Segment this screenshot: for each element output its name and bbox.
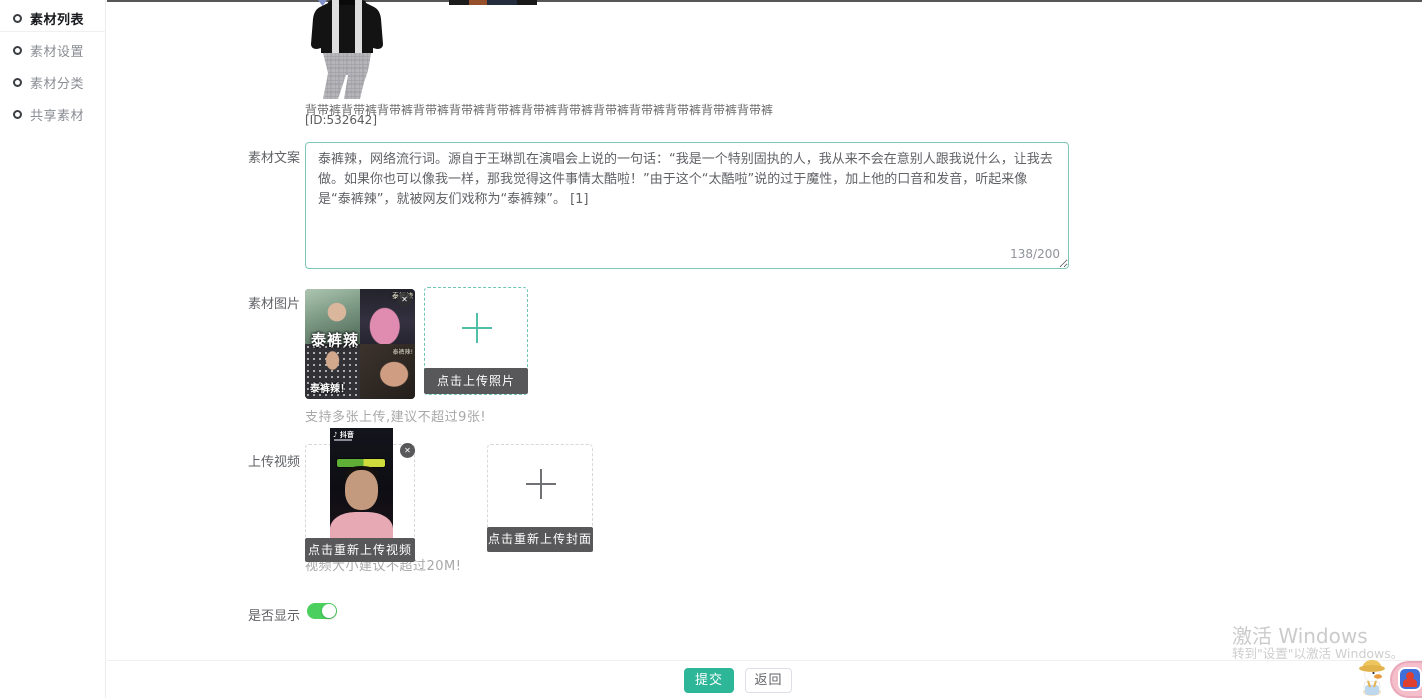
- video-person-shirt: [330, 512, 393, 540]
- circle-icon: [13, 110, 22, 119]
- material-name: 背带裤背带裤背带裤背带裤背带裤背带裤背带裤背带裤背带裤背带裤背带裤背带裤背带裤: [305, 101, 865, 118]
- field-label-copy: 素材文案: [100, 147, 300, 166]
- plus-icon: [526, 469, 556, 499]
- divider: [0, 31, 106, 32]
- images-helper-text: 支持多张上传,建议不超过9张!: [305, 406, 486, 425]
- sidebar-item-label: 素材分类: [30, 73, 84, 92]
- sidebar-item-material-settings[interactable]: 素材设置: [0, 37, 106, 63]
- ime-user-icon: [1398, 667, 1422, 691]
- field-label-visible: 是否显示: [100, 605, 300, 624]
- sidebar-item-label: 共享素材: [30, 105, 84, 124]
- reupload-video-button[interactable]: 点击重新上传视频: [305, 538, 415, 562]
- upload-photo-button[interactable]: 点击上传照片: [424, 368, 528, 394]
- footer-divider: [107, 660, 1422, 661]
- reupload-cover-button[interactable]: 点击重新上传封面: [487, 527, 593, 552]
- uploaded-video-thumbnail[interactable]: ♪ 抖音: [330, 428, 393, 540]
- sidebar: 素材列表 素材设置 素材分类 共享素材: [0, 0, 106, 698]
- sidebar-item-label: 素材设置: [30, 41, 84, 60]
- uploaded-photo-thumbnail[interactable]: 泰裤辣 泰裤辣！ 泰裤辣! 泰裤辣: [305, 289, 415, 399]
- tiktok-watermark-handle: [334, 439, 352, 441]
- video-person-face: [345, 470, 378, 510]
- desktop-pet-duck: [1352, 658, 1398, 698]
- back-button[interactable]: 返回: [745, 668, 792, 693]
- material-edit-page: 素材列表 素材设置 素材分类 共享素材: [0, 0, 1422, 698]
- collage-caption-main: 泰裤辣: [311, 329, 359, 350]
- cutoff-image-fragment: [449, 0, 537, 5]
- circle-icon: [13, 46, 22, 55]
- sidebar-item-shared-material[interactable]: 共享素材: [0, 101, 106, 127]
- material-id: [ID:532642]: [305, 113, 377, 127]
- submit-button[interactable]: 提交: [684, 668, 734, 693]
- material-preview-image: [303, 0, 391, 101]
- field-label-video: 上传视频: [100, 451, 300, 470]
- collage-cell: 泰裤辣！: [305, 344, 360, 399]
- circle-icon: [13, 14, 22, 23]
- field-label-images: 素材图片: [100, 293, 300, 312]
- sidebar-item-label: 素材列表: [30, 9, 84, 28]
- circle-icon: [13, 78, 22, 87]
- collage-caption-small: 泰裤辣!: [393, 347, 413, 356]
- copy-textarea[interactable]: 泰裤辣，网络流行词。源自于王琳凯在演唱会上说的一句话：“我是一个特别固执的人，我…: [305, 142, 1069, 269]
- remove-video-icon[interactable]: ✕: [400, 443, 415, 458]
- collage-cell: 泰裤辣!: [360, 344, 415, 399]
- remove-photo-icon[interactable]: ✕: [397, 292, 412, 307]
- collage-caption-small: 泰裤辣！: [310, 380, 350, 395]
- sidebar-item-material-list[interactable]: 素材列表: [0, 5, 106, 31]
- plus-icon: [462, 313, 492, 343]
- visible-toggle[interactable]: [307, 603, 337, 619]
- sidebar-item-material-category[interactable]: 素材分类: [0, 69, 106, 95]
